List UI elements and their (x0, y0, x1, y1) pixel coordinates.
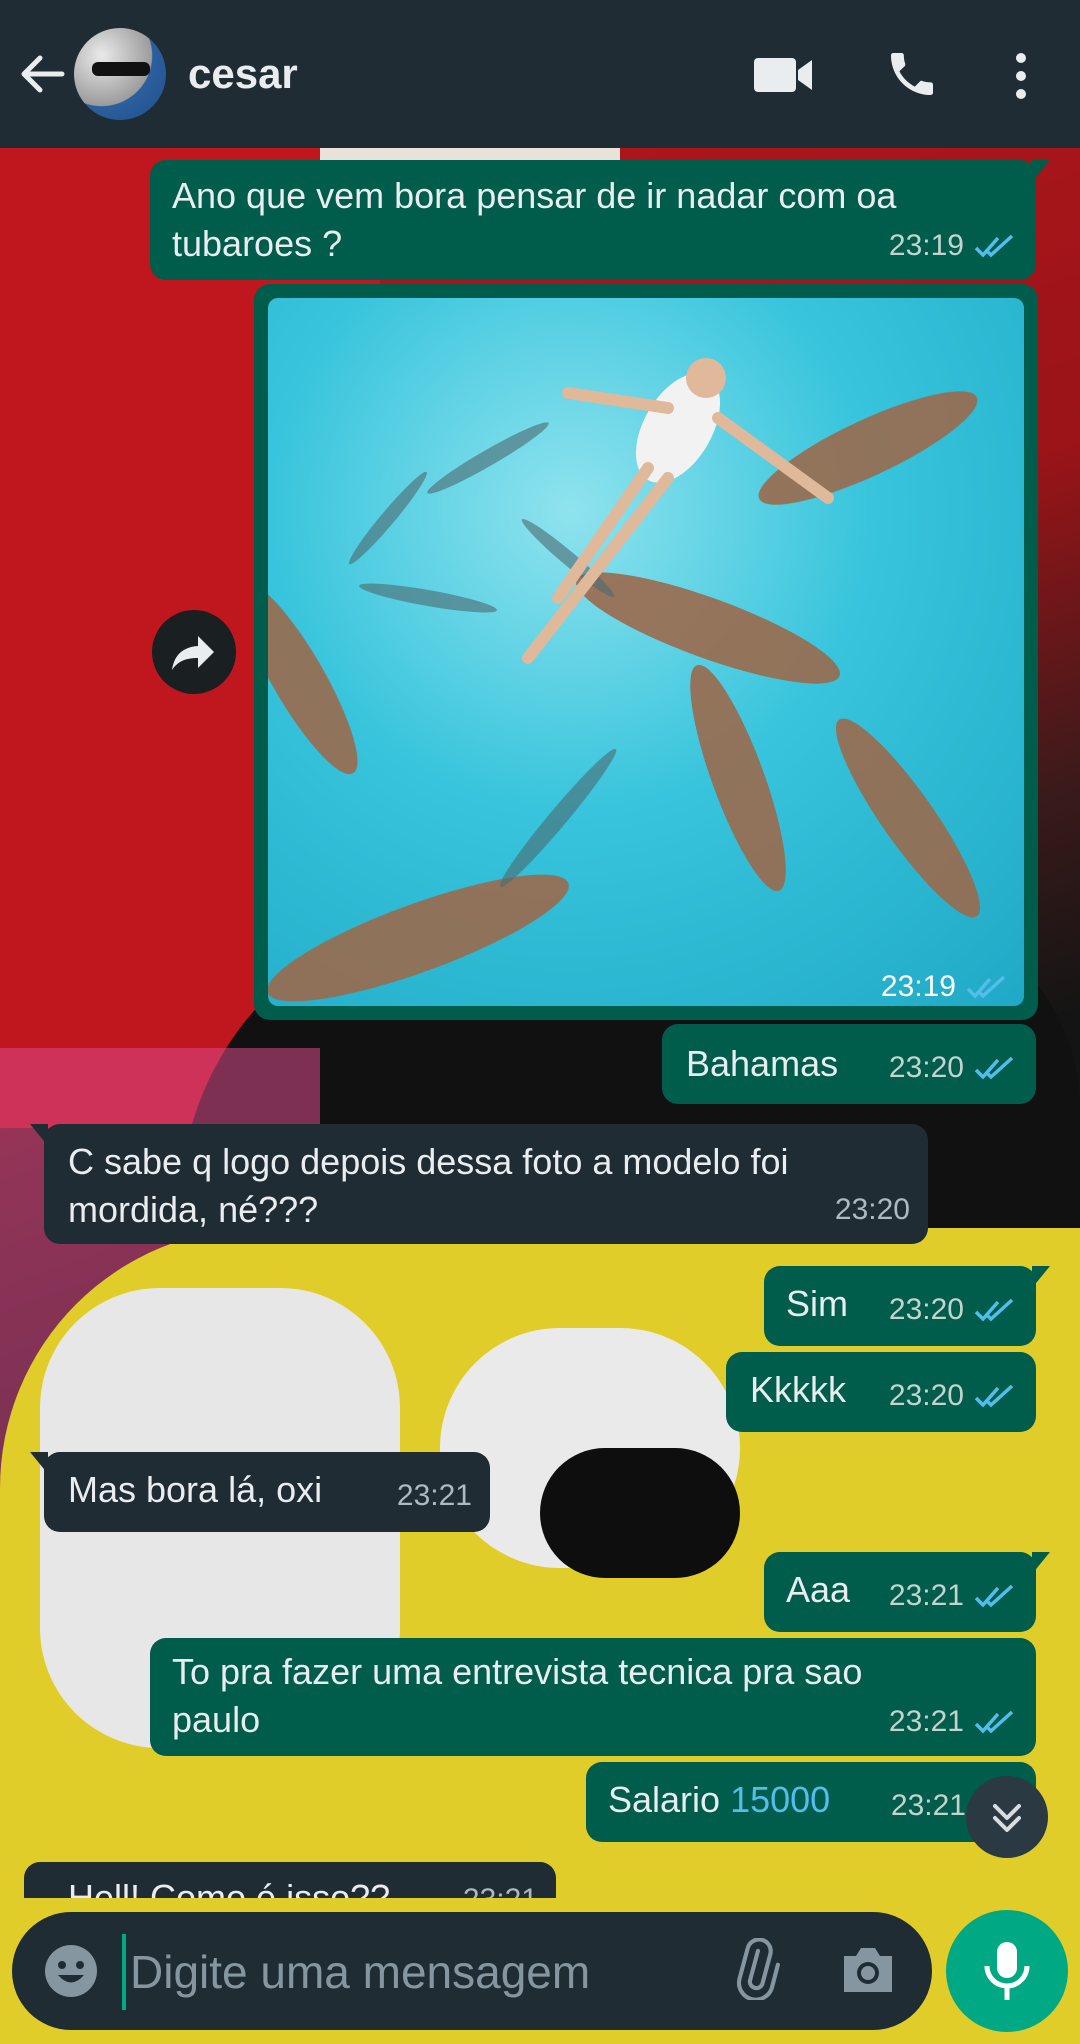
back-button[interactable] (12, 48, 72, 100)
message-meta: 23:20 (889, 1044, 1016, 1092)
message-time: 23:21 (888, 1579, 964, 1612)
video-call-button[interactable] (752, 52, 816, 98)
message-text: Ano que vem bora pensar de ir nadar com … (172, 175, 897, 264)
video-camera-icon (754, 58, 812, 92)
message-time: 23:19 (880, 970, 956, 1003)
read-ticks-icon (974, 1298, 1014, 1322)
message-incoming[interactable]: Hell! Como é isso?? 23:21 (24, 1862, 556, 1898)
message-incoming[interactable]: C sabe q logo depois dessa foto a modelo… (30, 1124, 928, 1244)
contact-avatar[interactable] (74, 28, 166, 120)
message-time: 23:20 (834, 1193, 910, 1226)
message-outgoing[interactable]: Bahamas 23:20 (662, 1024, 1036, 1104)
read-ticks-icon (974, 1710, 1014, 1734)
message-text: Hell! Como é isso?? (68, 1877, 391, 1898)
message-time: 23:21 (890, 1789, 966, 1822)
forward-share-icon (172, 636, 214, 670)
read-ticks-icon (974, 1384, 1014, 1408)
message-outgoing[interactable]: Sim 23:20 (764, 1266, 1050, 1346)
message-outgoing[interactable]: Aaa 23:21 (764, 1552, 1050, 1632)
message-input-bar (12, 1912, 932, 2030)
message-text: C sabe q logo depois dessa foto a modelo… (68, 1141, 789, 1230)
read-ticks-icon (974, 1056, 1014, 1080)
message-outgoing[interactable]: To pra fazer uma entrevista tecnica pra … (150, 1638, 1036, 1756)
message-text: Bahamas (686, 1043, 839, 1084)
shared-photo[interactable] (268, 298, 1024, 1006)
camera-button[interactable] (838, 1942, 898, 1998)
message-time: 23:20 (888, 1051, 964, 1084)
chat-header: cesar (0, 0, 1080, 148)
message-time: 23:21 (396, 1479, 472, 1512)
message-meta: 23:20 (835, 1186, 910, 1234)
message-meta: 23:21 (889, 1698, 1016, 1746)
message-meta: 23:21 (889, 1572, 1016, 1620)
microphone-icon (984, 1942, 1030, 2000)
message-incoming[interactable]: Mas bora lá, oxi 23:21 (30, 1452, 490, 1532)
message-text: Aaa (786, 1569, 851, 1610)
message-time: 23:21 (463, 1876, 538, 1898)
forward-button[interactable] (152, 610, 236, 694)
voice-message-button[interactable] (946, 1910, 1068, 2032)
scroll-to-bottom-button[interactable] (966, 1776, 1048, 1858)
voice-call-button[interactable] (884, 46, 940, 102)
message-meta: 23:19 (889, 222, 1016, 270)
message-meta: 23:19 (881, 970, 1008, 1004)
attach-button[interactable] (724, 1937, 786, 2002)
message-time: 23:21 (888, 1705, 964, 1738)
message-text-plain: Salario (608, 1779, 721, 1820)
emoji-button[interactable] (42, 1942, 100, 2000)
read-ticks-icon (966, 975, 1006, 999)
message-meta: 23:21 (463, 1876, 538, 1898)
message-meta: 23:21 (891, 1782, 966, 1830)
more-options-button[interactable] (1006, 48, 1036, 104)
contact-name[interactable]: cesar (188, 50, 298, 98)
sharks-photo-illustration (268, 358, 981, 1002)
read-ticks-icon (974, 234, 1014, 258)
message-outgoing[interactable]: Ano que vem bora pensar de ir nadar com … (150, 160, 1050, 280)
message-time: 23:20 (888, 1379, 964, 1412)
message-time: 23:19 (888, 229, 964, 262)
message-text: To pra fazer uma entrevista tecnica pra … (172, 1651, 863, 1740)
message-meta: 23:20 (889, 1372, 1016, 1420)
phone-icon (891, 53, 933, 95)
more-vertical-icon (1016, 53, 1026, 99)
camera-icon (844, 1948, 892, 1992)
message-meta: 23:21 (397, 1472, 472, 1520)
message-text: Kkkkk (750, 1369, 847, 1410)
phone-number-link[interactable]: 15000 (730, 1779, 830, 1820)
message-text: Mas bora lá, oxi (68, 1469, 323, 1510)
paperclip-icon (736, 1937, 780, 2002)
arrow-left-icon (21, 55, 65, 93)
double-chevron-down-icon (993, 1804, 1021, 1832)
emoji-icon (45, 1945, 97, 1997)
message-meta: 23:20 (889, 1286, 1016, 1334)
message-text: Salario 15000 (608, 1776, 830, 1824)
image-message[interactable]: 23:19 (254, 284, 1038, 1020)
message-outgoing[interactable]: Kkkkk 23:20 (726, 1352, 1036, 1432)
read-ticks-icon (974, 1584, 1014, 1608)
message-text: Sim (786, 1283, 848, 1324)
message-time: 23:20 (888, 1293, 964, 1326)
message-input[interactable] (122, 1934, 692, 2010)
